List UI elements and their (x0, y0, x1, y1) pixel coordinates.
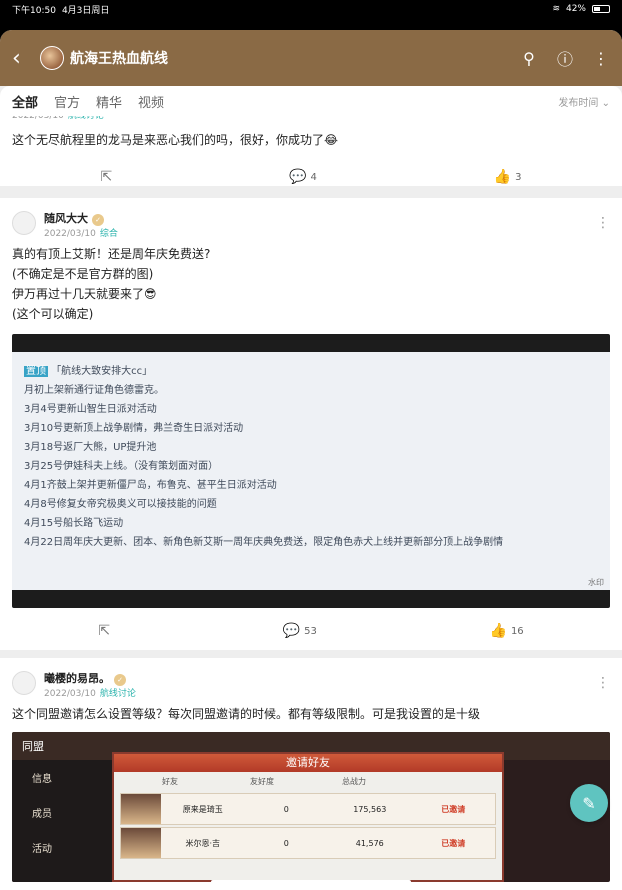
dialog-title: 邀请好友 (114, 754, 502, 772)
announcement-line: 3月4号更新山智生日派对活动 (24, 404, 157, 415)
chevron-left-icon[interactable]: ‹ (12, 46, 36, 71)
comment-button[interactable]: 💬 4 (289, 169, 317, 185)
friend-portrait (121, 794, 161, 824)
status-time: 下午10:50 (12, 5, 56, 16)
comment-icon: 💬 (289, 169, 307, 185)
game-side-item: 信息 (32, 774, 52, 785)
like-button[interactable]: 👍 16 (490, 623, 524, 639)
announcement-line: 3月18号返厂大熊，UP提升池 (24, 442, 157, 453)
post-image[interactable]: 同盟 信息 成员 活动 邀请好友 好友 友好度 总战力 原来是琦玉 0 175,… (12, 732, 610, 882)
post-category[interactable]: 综合 (100, 229, 118, 239)
author-name[interactable]: 曦樱的易昂。 (44, 672, 110, 685)
comment-count: 53 (304, 625, 317, 637)
avatar[interactable] (12, 211, 36, 235)
post-card-1[interactable]: 2022/03/10航线讨论 这个无尽航程里的龙马是来恶心我们的吗，很好，你成功… (0, 106, 622, 186)
invite-dialog: 邀请好友 好友 友好度 总战力 原来是琦玉 0 175,563 已邀请 米尔恩·… (112, 752, 504, 882)
post-text: 这个同盟邀请怎么设置等级？每次同盟邀请的时候。都有等级限制。可是我设置的是十级 (12, 707, 481, 721)
tab-featured[interactable]: 精华 (96, 92, 122, 111)
avatar[interactable] (12, 671, 36, 695)
compose-button[interactable]: ✎ (570, 784, 608, 822)
chevron-down-icon: ⌄ (601, 97, 610, 109)
search-icon[interactable]: ⚲ (520, 49, 538, 68)
post-card-3[interactable]: 曦樱的易昂。 ✓ 2022/03/10 航线讨论 ⋮ 这个同盟邀请怎么设置等级？每次… (0, 658, 622, 890)
comment-icon: 💬 (282, 623, 301, 639)
app-bar: ‹ 航海王热血航线 ⚲ ⓘ ⋮ (0, 30, 622, 86)
friend-portrait (121, 828, 161, 858)
status-bar: 下午10:50 4月3日周日 ≋ 42% (0, 0, 622, 18)
share-button[interactable]: ⇱ (100, 169, 112, 185)
comment-button[interactable]: 💬 53 (283, 623, 317, 639)
like-count: 3 (515, 171, 522, 183)
home-indicator[interactable] (211, 880, 411, 884)
level-badge: ✓ (92, 214, 104, 226)
tab-bar: 全部 官方 精华 视频 发布时间 ⌄ (0, 86, 622, 116)
announcement-header: 「航线大致安排大cc」 (51, 366, 153, 377)
post-image[interactable]: 置顶 「航线大致安排大cc」 月初上架新通行证角色德雷克。 3月4号更新山智生日… (12, 334, 610, 608)
game-side-item: 成员 (32, 809, 52, 820)
post-line: (这个可以确定) (12, 307, 94, 321)
tab-official[interactable]: 官方 (54, 92, 80, 111)
post-actions: ⇱ 💬 53 👍 16 (12, 616, 610, 646)
share-icon: ⇱ (100, 169, 113, 185)
post-date: 2022/03/10 (44, 689, 96, 699)
level-badge: ✓ (114, 674, 126, 686)
author-name[interactable]: 随风大大 (44, 212, 88, 225)
watermark: 水印 (588, 578, 604, 587)
thumbs-up-icon: 👍 (489, 623, 507, 639)
dialog-header: 好友 友好度 总战力 (162, 777, 366, 786)
like-count: 16 (510, 625, 524, 637)
battery-icon (592, 5, 610, 13)
announcement-line: 月初上架新通行证角色德雷克。 (24, 385, 164, 396)
announcement-line: 4月1齐鼓上架并更新僵尸岛，布鲁克、甚平生日派对活动 (24, 480, 277, 491)
status-date: 4月3日周日 (61, 5, 110, 16)
share-icon: ⇱ (98, 623, 111, 639)
post-text: 这个无尽航程里的龙马是来恶心我们的吗，很好，你成功了😂 (12, 133, 339, 147)
game-side-item: 活动 (32, 844, 52, 855)
more-vertical-icon[interactable]: ⋮ (596, 215, 610, 231)
game-title: 同盟 (22, 740, 44, 753)
pencil-icon: ✎ (582, 793, 596, 813)
sort-dropdown[interactable]: 发布时间 ⌄ (558, 94, 610, 109)
app-window: ‹ 航海王热血航线 ⚲ ⓘ ⋮ 全部 官方 精华 视频 发布时间 ⌄ 2022/… (0, 30, 622, 890)
friend-row: 原来是琦玉 0 175,563 已邀请 (120, 793, 496, 825)
game-sidebar: 信息 成员 活动 (12, 760, 112, 882)
forum-title: 航海王热血航线 (70, 51, 168, 67)
thumbs-up-icon: 👍 (493, 169, 512, 185)
post-line: 真的有顶上艾斯！还是周年庆免费送? (12, 247, 211, 261)
battery-percent: 42% (565, 4, 586, 14)
info-icon[interactable]: ⓘ (556, 46, 574, 70)
like-button[interactable]: 👍 3 (494, 169, 522, 185)
friend-row: 米尔恩·吉 0 41,576 已邀请 (120, 827, 496, 859)
announcement-line: 3月25号伊娃科夫上线。（没有策划面对面） (24, 461, 219, 472)
announcement-line: 4月15号船长路飞运动 (24, 518, 124, 529)
post-category[interactable]: 航线讨论 (100, 689, 136, 699)
announcement-line: 4月8号修复女帝究极奥义可以接技能的问题 (24, 499, 217, 510)
comment-count: 4 (310, 171, 317, 183)
post-actions: ⇱ 💬 4 👍 3 (12, 162, 610, 192)
more-vertical-icon[interactable]: ⋮ (596, 675, 610, 691)
forum-avatar (40, 46, 64, 70)
announcement-screenshot: 置顶 「航线大致安排大cc」 月初上架新通行证角色德雷克。 3月4号更新山智生日… (12, 352, 610, 590)
post-card-2[interactable]: 随风大大 ✓ 2022/03/10 综合 ⋮ 真的有顶上艾斯！还是周年庆免费送? (… (0, 198, 622, 650)
announcement-line: 4月22日周年庆大更新、团本、新角色新艾斯一周年庆典免费送，限定角色赤犬上线并更… (24, 537, 504, 548)
post-line: (不确定是不是官方群的图) (12, 267, 154, 281)
announcement-line: 3月10号更新顶上战争剧情，弗兰奇生日派对活动 (24, 423, 244, 434)
sort-label: 发布时间 (558, 97, 599, 109)
wifi-icon: ≋ (552, 4, 560, 14)
tab-video[interactable]: 视频 (138, 92, 164, 111)
pin-tag: 置顶 (24, 366, 48, 377)
tab-all[interactable]: 全部 (12, 92, 38, 111)
post-line: 伊万再过十几天就要来了😎 (12, 287, 157, 301)
share-button[interactable]: ⇱ (98, 623, 110, 639)
post-date: 2022/03/10 (44, 229, 96, 239)
more-vertical-icon[interactable]: ⋮ (592, 49, 610, 68)
